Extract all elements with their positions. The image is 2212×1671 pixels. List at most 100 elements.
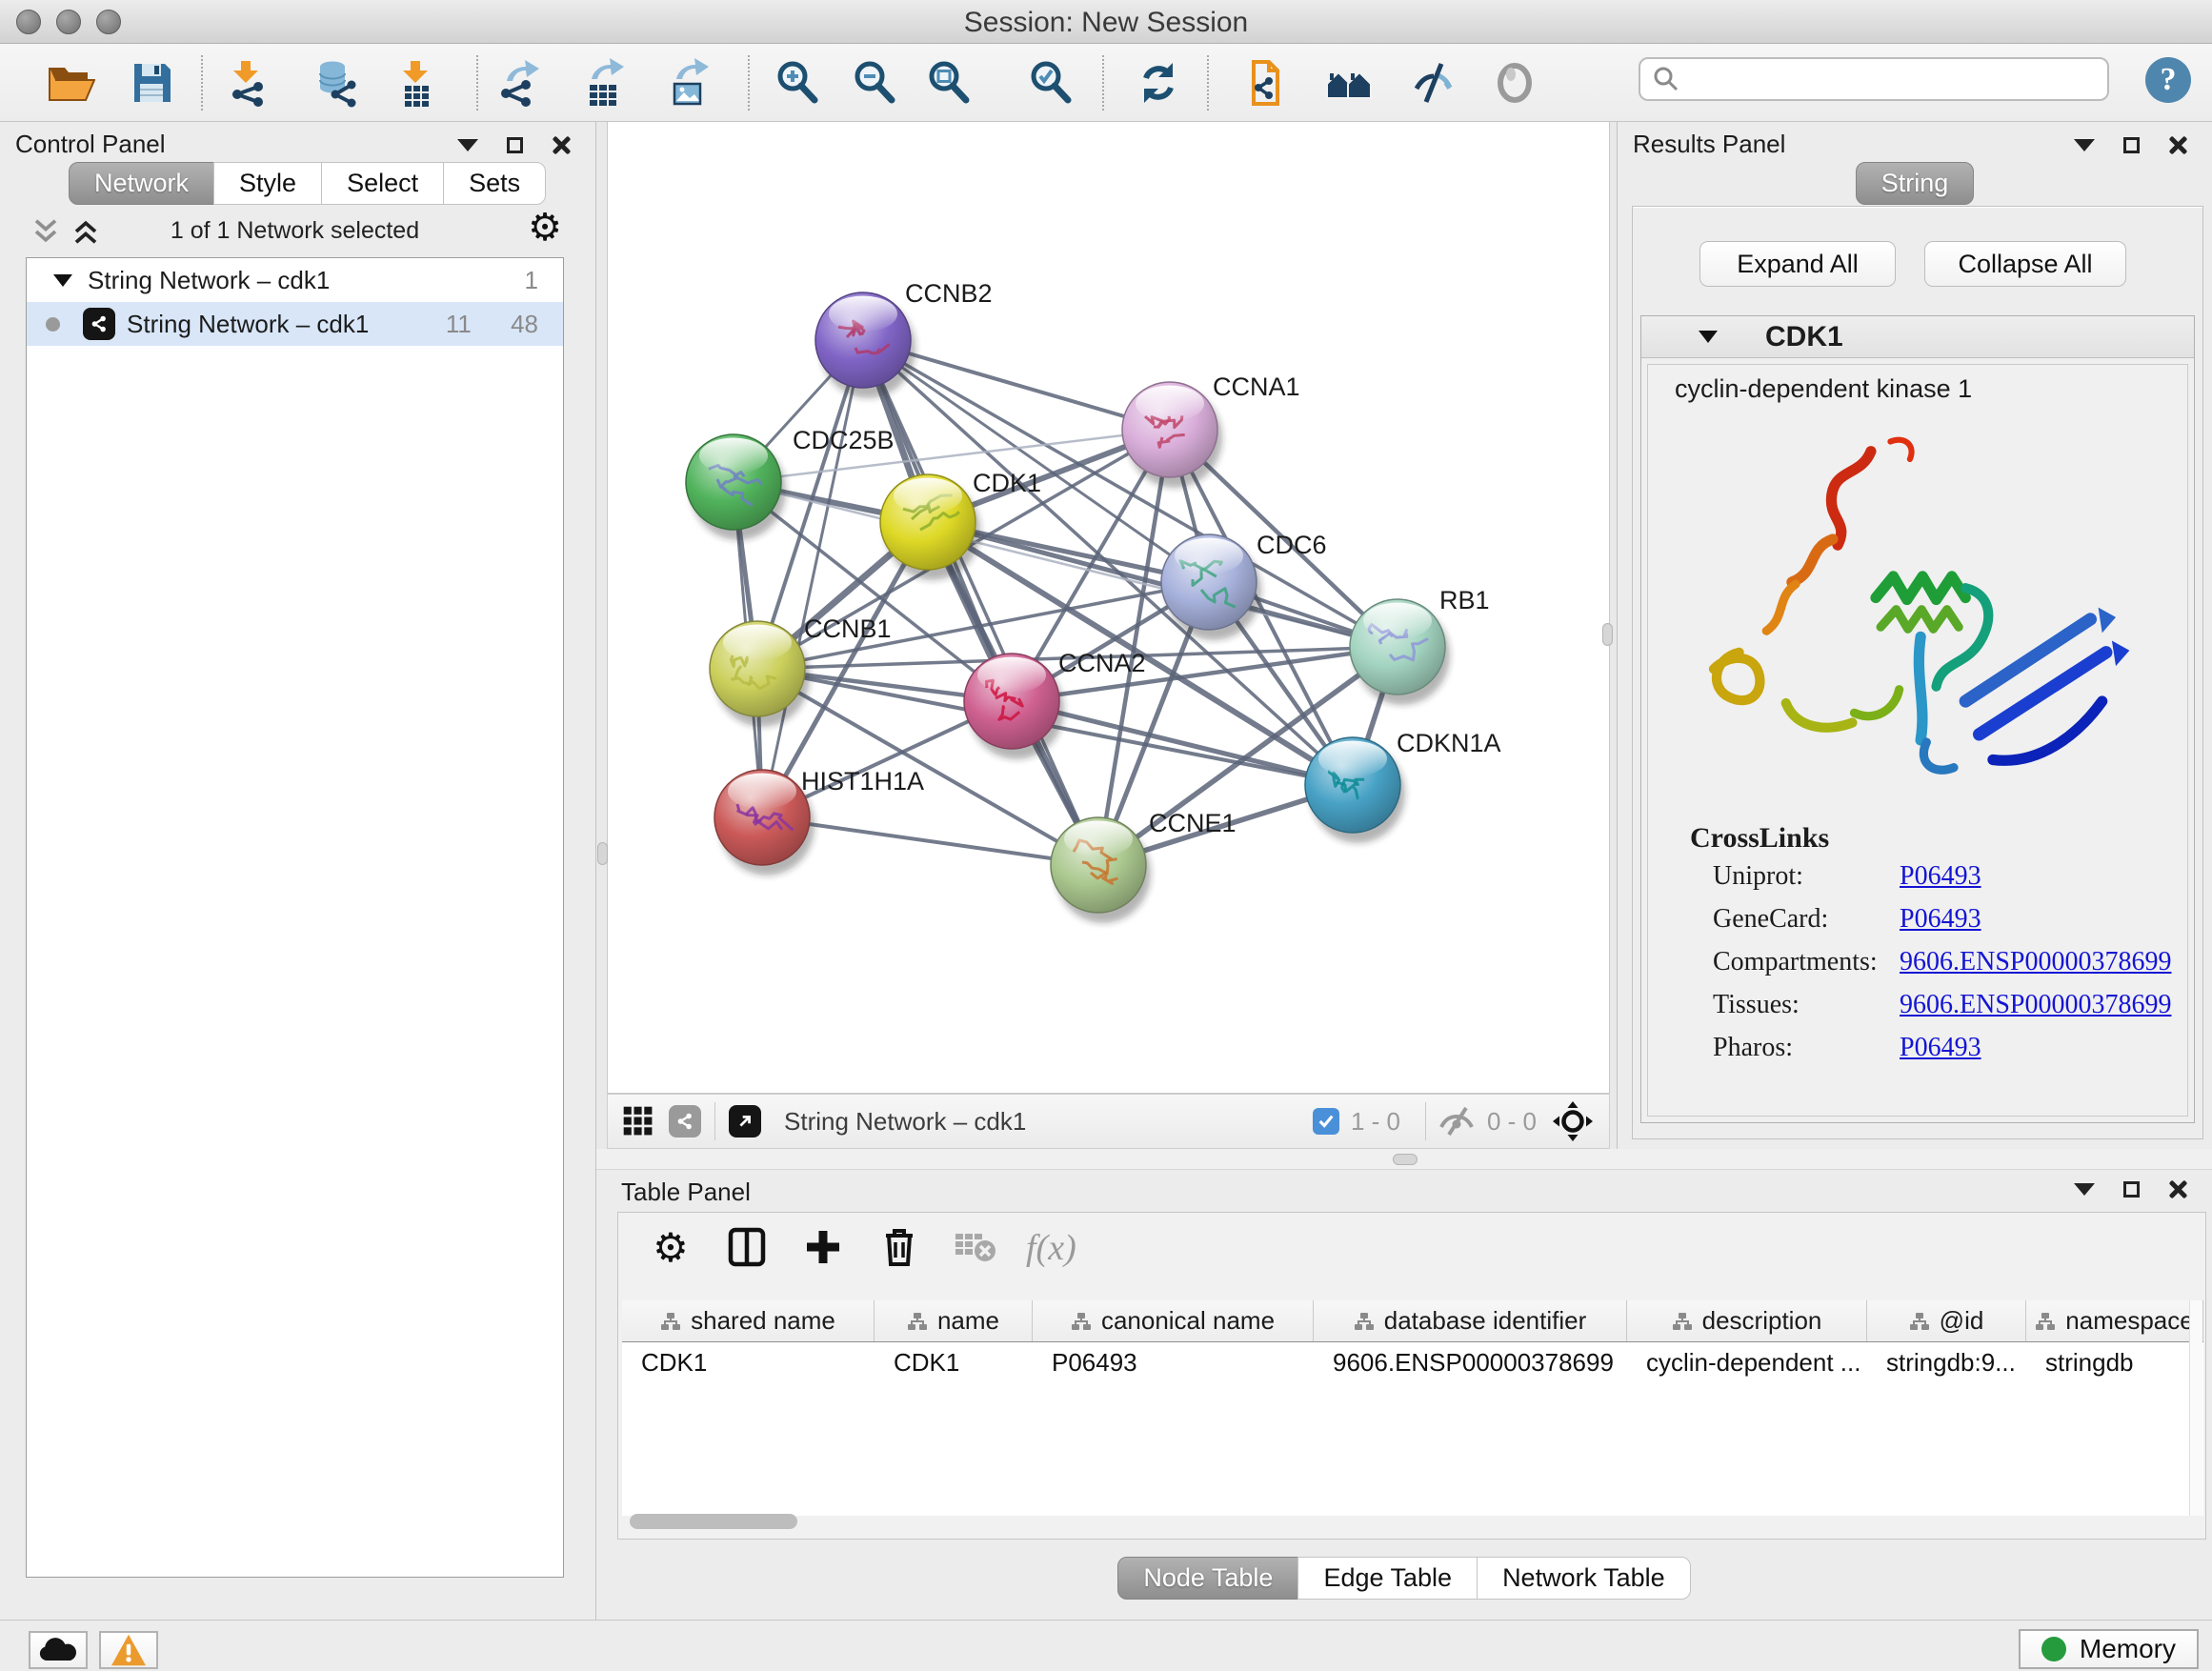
warning-status-button[interactable]: [99, 1631, 158, 1669]
protein-section-header[interactable]: CDK1: [1641, 316, 2194, 358]
network-node-CCNE1[interactable]: [1051, 817, 1151, 923]
crosslink-link[interactable]: P06493: [1900, 861, 1981, 892]
splitter-handle-bottom[interactable]: [1393, 1154, 1418, 1165]
expand-all-button[interactable]: Expand All: [1699, 241, 1896, 287]
birds-eye-view-button[interactable]: [621, 1104, 655, 1138]
home-button[interactable]: [1322, 56, 1376, 110]
import-network-database-button[interactable]: [312, 56, 365, 110]
column-header-canonical-name[interactable]: canonical name: [1033, 1300, 1314, 1341]
maximize-panel-icon[interactable]: [2123, 137, 2140, 153]
network-collection-row[interactable]: String Network – cdk1 1: [27, 258, 563, 302]
tab-node-table[interactable]: Node Table: [1117, 1557, 1298, 1600]
tab-select[interactable]: Select: [321, 162, 444, 205]
crosslink-link[interactable]: P06493: [1900, 904, 1981, 935]
network-node-CDK1[interactable]: [880, 474, 980, 580]
close-panel-icon[interactable]: [2168, 135, 2187, 154]
table-row[interactable]: CDK1CDK1P064939606.ENSP00000378699cyclin…: [622, 1342, 2203, 1382]
export-network-button[interactable]: [492, 56, 545, 110]
table-cell[interactable]: stringdb: [2026, 1348, 2203, 1378]
table-cell[interactable]: CDK1: [622, 1348, 875, 1378]
network-node-HIST1H1A[interactable]: [714, 770, 814, 876]
function-builder-button[interactable]: f(x): [1026, 1227, 1076, 1269]
tab-network-table[interactable]: Network Table: [1477, 1557, 1691, 1600]
preview-button[interactable]: [1488, 56, 1541, 110]
collapse-all-button[interactable]: Collapse All: [1924, 241, 2126, 287]
crosslink-link[interactable]: 9606.ENSP00000378699: [1900, 990, 2171, 1020]
share-document-button[interactable]: [1237, 56, 1291, 110]
zoom-selected-button[interactable]: [1024, 56, 1077, 110]
zoom-fit-button[interactable]: [922, 56, 975, 110]
network-node-CCNA1[interactable]: [1122, 382, 1222, 488]
network-node-CCNB2[interactable]: [815, 292, 915, 398]
tab-style[interactable]: Style: [213, 162, 322, 205]
close-panel-icon[interactable]: [2168, 1179, 2187, 1198]
float-panel-icon[interactable]: [457, 139, 478, 151]
splitter-handle-right[interactable]: [1602, 623, 1613, 646]
columns-icon: [726, 1226, 768, 1268]
pan-mode-button[interactable]: [1552, 1100, 1594, 1142]
search-box[interactable]: [1639, 57, 2109, 101]
open-in-window-button[interactable]: [729, 1105, 761, 1137]
table-cell[interactable]: cyclin-dependent ...: [1627, 1348, 1867, 1378]
collapse-arrow-icon[interactable]: [53, 274, 72, 287]
show-columns-button[interactable]: [723, 1224, 771, 1272]
column-header-name[interactable]: name: [875, 1300, 1033, 1341]
network-node-CDKN1A[interactable]: [1305, 737, 1405, 843]
maximize-panel-icon[interactable]: [507, 137, 523, 153]
string-view-button[interactable]: [669, 1105, 701, 1137]
maximize-panel-icon[interactable]: [2123, 1181, 2140, 1198]
table-settings-button[interactable]: ⚙: [647, 1224, 694, 1272]
apply-layout-button[interactable]: [1132, 56, 1185, 110]
export-table-button[interactable]: [576, 56, 630, 110]
network-node-RB1[interactable]: [1350, 599, 1450, 705]
export-image-button[interactable]: [661, 56, 714, 110]
network-node-CCNA2[interactable]: [964, 654, 1064, 759]
delete-table-button[interactable]: [952, 1224, 999, 1272]
column-header-database-identifier[interactable]: database identifier: [1314, 1300, 1627, 1341]
import-network-file-button[interactable]: [220, 56, 273, 110]
network-view[interactable]: CCNB2CCNA1CDC25BCDK1CDC6RB1CCNB1CCNA2CDK…: [607, 122, 1610, 1094]
float-panel-icon[interactable]: [2074, 1183, 2095, 1196]
memory-button[interactable]: Memory: [2019, 1629, 2199, 1669]
open-session-button[interactable]: [44, 56, 97, 110]
delete-column-button[interactable]: [875, 1224, 923, 1272]
network-row[interactable]: String Network – cdk1 11 48: [27, 302, 563, 346]
table-cell[interactable]: 9606.ENSP00000378699: [1314, 1348, 1627, 1378]
column-header-shared-name[interactable]: shared name: [622, 1300, 875, 1341]
table-horizontal-scrollbar[interactable]: [626, 1514, 2188, 1531]
edge-CCNB2-HIST1H1A[interactable]: [762, 340, 863, 817]
float-panel-icon[interactable]: [2074, 139, 2095, 151]
add-column-button[interactable]: [799, 1224, 847, 1272]
tab-string[interactable]: String: [1856, 162, 1975, 205]
table-cell[interactable]: stringdb:9...: [1867, 1348, 2026, 1378]
tab-sets[interactable]: Sets: [443, 162, 546, 205]
show-hide-details-button[interactable]: [1407, 56, 1460, 110]
crosslink-link[interactable]: P06493: [1900, 1033, 1981, 1063]
collapse-section-icon[interactable]: [1699, 331, 1718, 343]
table-cell[interactable]: P06493: [1033, 1348, 1314, 1378]
table-cell[interactable]: CDK1: [875, 1348, 1033, 1378]
search-input[interactable]: [1680, 65, 2081, 94]
cloud-status-button[interactable]: [29, 1631, 88, 1669]
column-header-description[interactable]: description: [1627, 1300, 1867, 1341]
save-session-button[interactable]: [125, 56, 178, 110]
table-vertical-scrollbar[interactable]: [2189, 1300, 2202, 1516]
tab-network[interactable]: Network: [69, 162, 214, 205]
help-button[interactable]: ?: [2145, 57, 2191, 103]
crosslink-link[interactable]: 9606.ENSP00000378699: [1900, 947, 2171, 977]
column-header-namespace[interactable]: namespace: [2026, 1300, 2203, 1341]
splitter-handle-left[interactable]: [597, 842, 608, 865]
zoom-out-button[interactable]: [848, 56, 901, 110]
zoom-in-button[interactable]: [771, 56, 824, 110]
close-panel-icon[interactable]: [552, 135, 571, 154]
network-canvas[interactable]: CCNB2CCNA1CDC25BCDK1CDC6RB1CCNB1CCNA2CDK…: [608, 122, 1609, 1092]
current-network-name: String Network – cdk1: [784, 1107, 1026, 1137]
scrollbar-thumb[interactable]: [630, 1514, 797, 1529]
selected-items-checkbox[interactable]: [1313, 1108, 1339, 1135]
tab-edge-table[interactable]: Edge Table: [1297, 1557, 1478, 1600]
import-table-file-button[interactable]: [390, 56, 443, 110]
column-header--id[interactable]: @id: [1867, 1300, 2026, 1341]
crosslink-label: Pharos:: [1713, 1033, 1900, 1063]
gear-icon[interactable]: ⚙: [528, 206, 562, 250]
network-node-CDC25B[interactable]: [686, 434, 786, 540]
